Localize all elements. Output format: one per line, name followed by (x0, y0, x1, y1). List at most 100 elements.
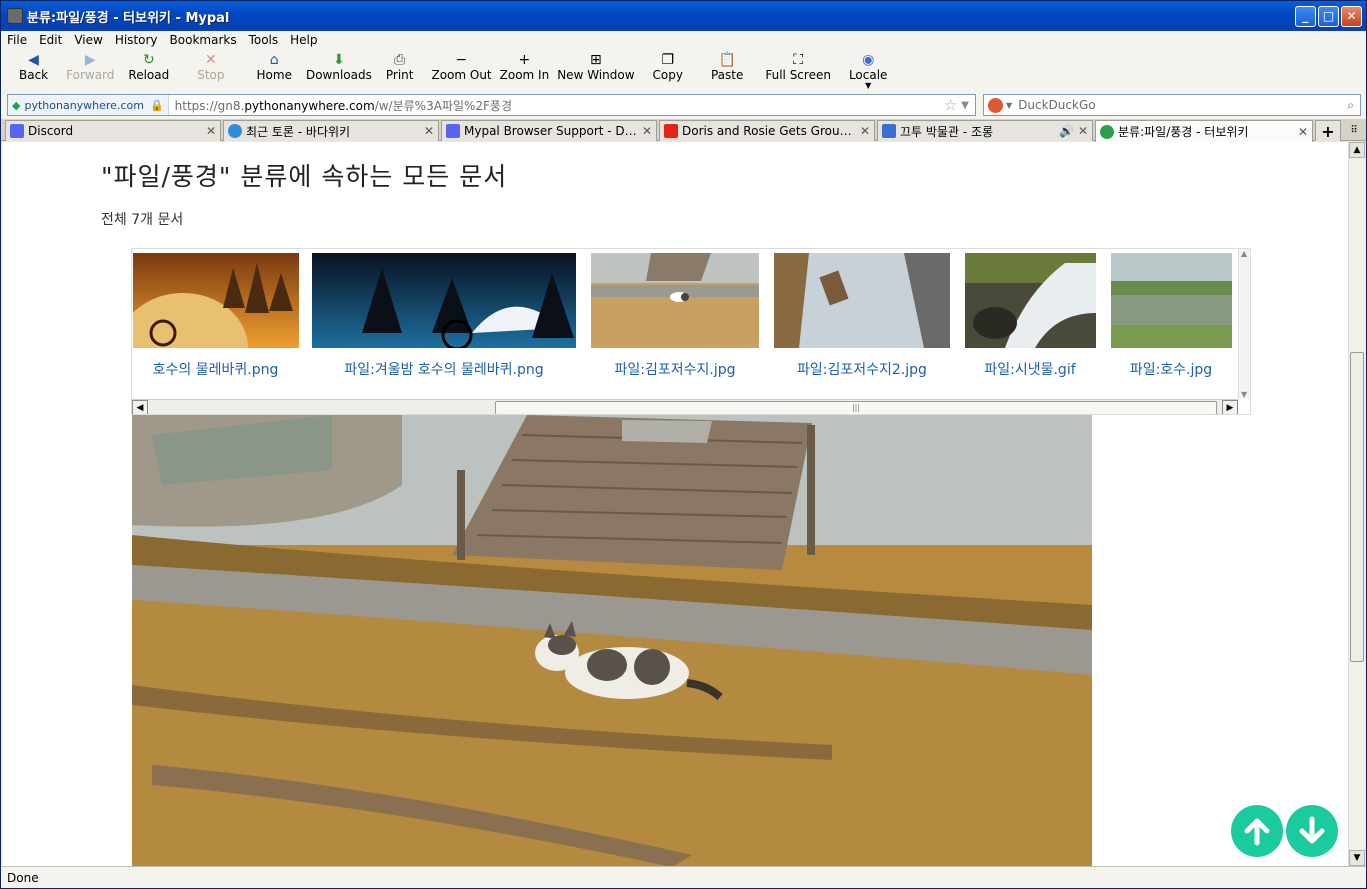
stop-icon: ✕ (205, 52, 217, 68)
gallery-horizontal-scrollbar[interactable]: ◀ ||| ▶ (132, 399, 1238, 414)
gallery-item[interactable]: 파일:김포저수지2.jpg (773, 253, 951, 379)
page-content: "파일/풍경" 분류에 속하는 모든 문서 전체 7개 문서 호수의 물레바퀴.… (2, 142, 1348, 866)
tab-discord[interactable]: Discord ✕ (5, 120, 221, 141)
scroll-right-icon[interactable]: ▶ (1222, 400, 1238, 414)
reload-label: Reload (128, 68, 170, 82)
menu-view[interactable]: View (68, 33, 108, 47)
minus-icon: − (455, 52, 468, 68)
gallery-item[interactable]: 파일:호수.jpg (1110, 253, 1232, 379)
search-box[interactable]: ▼ DuckDuckGo ⌕ (983, 94, 1361, 116)
search-input[interactable]: DuckDuckGo (1018, 98, 1347, 112)
new-window-label: New Window (557, 68, 635, 82)
paste-button[interactable]: 📋 Paste (707, 49, 747, 91)
back-button[interactable]: ◀ Back (15, 49, 52, 91)
reload-button[interactable]: ↻ Reload (124, 49, 173, 91)
locale-label: Locale (848, 68, 888, 82)
menu-bookmarks[interactable]: Bookmarks (164, 33, 243, 47)
gallery-scroll-thumb[interactable]: ||| (495, 401, 1217, 414)
url-dropdown-icon[interactable]: ▼ (961, 100, 969, 111)
tab-close-icon[interactable]: ✕ (860, 124, 870, 138)
menu-help[interactable]: Help (284, 33, 323, 47)
menu-file[interactable]: File (1, 33, 33, 47)
speaker-icon[interactable]: 🔊 (1059, 124, 1074, 138)
zoom-out-button[interactable]: − Zoom Out (427, 49, 495, 91)
download-icon: ⬇ (333, 52, 345, 68)
gallery-item[interactable]: 호수의 물레바퀴.png (132, 253, 299, 379)
tab-close-icon[interactable]: ✕ (424, 124, 434, 138)
scroll-to-bottom-button[interactable] (1286, 805, 1338, 857)
turbowiki-icon (1100, 124, 1114, 139)
print-button[interactable]: ⎙ Print (382, 49, 418, 91)
bookmark-star-icon[interactable]: ☆ (944, 96, 957, 114)
chevron-down-icon: ▼ (865, 81, 872, 90)
duckduckgo-engine-icon[interactable] (988, 97, 1003, 113)
plus-icon: + (1321, 121, 1335, 141)
scroll-up-icon[interactable]: ▲ (1241, 249, 1247, 258)
gallery-item[interactable]: 파일:김포저수지.jpg (590, 253, 760, 379)
tab-badawiki[interactable]: 최근 토론 - 바다위키 ✕ (223, 120, 439, 141)
thumbnail-waterwheel[interactable] (132, 253, 299, 348)
thumbnail-winter-night[interactable] (312, 253, 576, 348)
tab-close-icon[interactable]: ✕ (206, 124, 216, 138)
page-title: "파일/풍경" 분류에 속하는 모든 문서 (101, 162, 508, 191)
address-bar[interactable]: ◆ pythonanywhere.com 🔒 https://gn8.pytho… (7, 94, 976, 116)
url-text[interactable]: https://gn8.pythonanywhere.com/w/분류%3A파일… (169, 97, 944, 114)
site-favicon-icon: ◆ (12, 98, 21, 112)
tab-mypal-support[interactable]: Mypal Browser Support - Di… ✕ (441, 120, 657, 141)
url-prefix: https://gn8. (174, 98, 245, 113)
full-screen-button[interactable]: ⛶ Full Screen (761, 49, 835, 91)
locale-button[interactable]: ◉ Locale ▼ (845, 49, 891, 91)
gallery-link[interactable]: 파일:김포저수지.jpg (615, 359, 736, 379)
new-window-button[interactable]: ⊞ New Window (553, 49, 638, 91)
zoom-in-button[interactable]: + Zoom In (496, 49, 554, 91)
gallery-link[interactable]: 파일:시냇물.gif (984, 359, 1075, 379)
thumbnail-lake[interactable] (1110, 253, 1232, 348)
zoom-out-label: Zoom Out (431, 68, 492, 82)
print-label: Print (385, 68, 414, 82)
scroll-down-icon[interactable]: ▼ (1349, 850, 1365, 866)
forward-button[interactable]: ▶ Forward (62, 49, 118, 91)
scroll-down-icon[interactable]: ▼ (1241, 390, 1247, 399)
gallery-link[interactable]: 파일:김포저수지2.jpg (797, 359, 927, 379)
menu-bar: File Edit View History Bookmarks Tools H… (1, 31, 1366, 49)
gallery-link[interactable]: 파일:겨울밤 호수의 물레바퀴.png (344, 359, 543, 379)
search-icon[interactable]: ⌕ (1347, 98, 1354, 113)
thumbnail-gimpo-reservoir[interactable] (591, 253, 759, 348)
url-row: ◆ pythonanywhere.com 🔒 https://gn8.pytho… (1, 91, 1366, 119)
thumbnail-stream[interactable] (964, 253, 1096, 348)
copy-button[interactable]: ❐ Copy (649, 49, 687, 91)
tab-turbowiki[interactable]: 분류:파일/풍경 - 터보위키 ✕ (1095, 120, 1313, 142)
title-bar[interactable]: 분류:파일/풍경 - 터보위키 - Mypal _ □ ✕ (1, 1, 1366, 31)
tab-youtube[interactable]: Doris and Rosie Gets Groun… ✕ (659, 120, 875, 141)
stop-button[interactable]: ✕ Stop (193, 49, 228, 91)
all-tabs-button[interactable]: ⠿ (1343, 120, 1365, 141)
menu-tools[interactable]: Tools (243, 33, 285, 47)
site-identity[interactable]: ◆ pythonanywhere.com 🔒 (8, 95, 169, 115)
scroll-to-top-button[interactable] (1231, 805, 1283, 857)
tab-close-icon[interactable]: ✕ (1078, 124, 1088, 138)
tab-kkutu[interactable]: 끄투 박물관 - 조롱 🔊 ✕ (877, 120, 1093, 141)
scroll-left-icon[interactable]: ◀ (132, 400, 148, 414)
engine-dropdown-icon: ▼ (1006, 100, 1013, 110)
scroll-up-icon[interactable]: ▲ (1349, 142, 1365, 158)
document-count: 전체 7개 문서 (101, 212, 184, 228)
gallery-vertical-scrollbar[interactable]: ▲ ▼ (1238, 249, 1250, 399)
close-button[interactable]: ✕ (1341, 6, 1362, 27)
gallery-item[interactable]: 파일:시냇물.gif (964, 253, 1096, 379)
thumbnail-gimpo-reservoir-2[interactable] (774, 253, 950, 348)
page-scroll-thumb[interactable] (1350, 352, 1364, 662)
tab-close-icon[interactable]: ✕ (642, 124, 652, 138)
window-title: 분류:파일/풍경 - 터보위키 - Mypal (27, 10, 230, 26)
tab-close-icon[interactable]: ✕ (1298, 125, 1308, 139)
minimize-button[interactable]: _ (1295, 6, 1316, 27)
gallery-link[interactable]: 호수의 물레바퀴.png (153, 359, 279, 379)
home-button[interactable]: ⌂ Home (253, 49, 296, 91)
page-vertical-scrollbar[interactable]: ▲ ▼ (1348, 142, 1365, 866)
maximize-button[interactable]: □ (1318, 6, 1339, 27)
gallery-item[interactable]: 파일:겨울밤 호수의 물레바퀴.png (312, 253, 576, 379)
menu-history[interactable]: History (109, 33, 164, 47)
downloads-button[interactable]: ⬇ Downloads (302, 49, 376, 91)
gallery-link[interactable]: 파일:호수.jpg (1130, 359, 1212, 379)
menu-edit[interactable]: Edit (33, 33, 68, 47)
new-tab-button[interactable]: + (1315, 120, 1341, 141)
